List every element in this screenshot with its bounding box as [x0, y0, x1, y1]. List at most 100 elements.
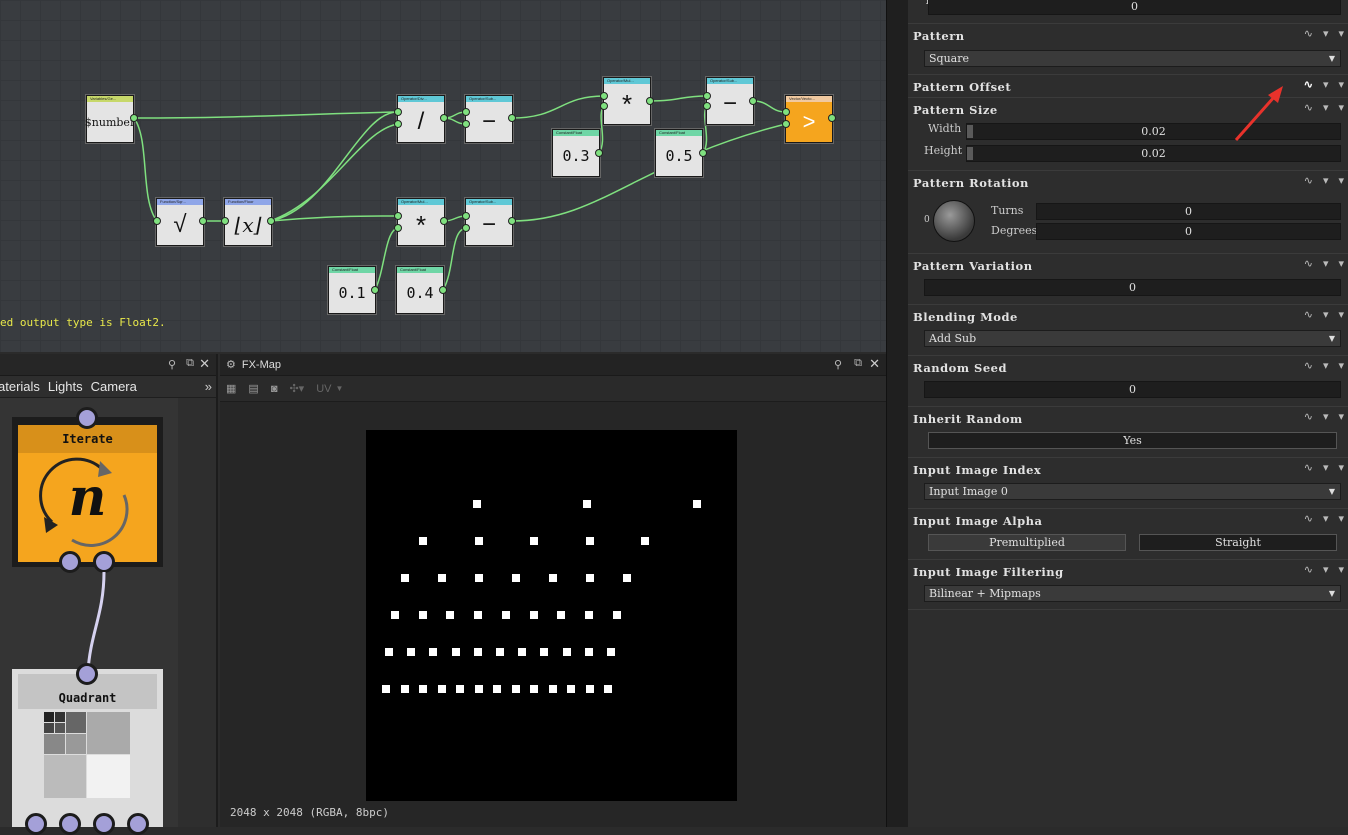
sqrt-node[interactable]: Function/Sqr... √: [156, 198, 204, 246]
chevron-down-icon[interactable]: ▾: [1323, 174, 1329, 187]
fx-map-preview[interactable]: [366, 430, 737, 801]
rotation-dial[interactable]: [933, 200, 975, 242]
function-icon[interactable]: ∿: [1304, 257, 1313, 270]
turns-field[interactable]: 0: [1036, 203, 1341, 220]
copy-icon[interactable]: ▦: [226, 382, 236, 395]
close-icon[interactable]: ✕: [199, 356, 210, 372]
input-image-filtering-dropdown[interactable]: Bilinear + Mipmaps ▼: [924, 585, 1341, 602]
close-icon[interactable]: ✕: [869, 356, 880, 372]
pattern-square: [437, 685, 446, 693]
subtract-node[interactable]: Operator/Sub... −: [465, 198, 513, 246]
channels-icon[interactable]: ✣▾: [289, 382, 304, 395]
expand-icon[interactable]: ▾: [1338, 101, 1344, 114]
tab-camera[interactable]: Camera: [91, 379, 137, 394]
random-seed-slider[interactable]: 0: [924, 381, 1341, 398]
expand-icon[interactable]: ▾: [1338, 512, 1344, 525]
multiply-node[interactable]: Operator/Mul... *: [397, 198, 445, 246]
function-graph-canvas[interactable]: Variables/Ge... $number Function/Sqr... …: [0, 0, 886, 352]
subtract-node[interactable]: Operator/Sub... −: [706, 77, 754, 125]
function-icon[interactable]: ∿: [1304, 512, 1313, 525]
chevron-down-icon[interactable]: ▾: [1323, 78, 1329, 91]
tab-lights[interactable]: Lights: [48, 379, 83, 394]
subtract-node[interactable]: Operator/Sub... −: [465, 95, 513, 143]
camera-icon[interactable]: ◙: [271, 383, 278, 395]
output-port[interactable]: [59, 813, 81, 835]
input-port[interactable]: [76, 663, 98, 685]
degrees-field[interactable]: 0: [1036, 223, 1341, 240]
expand-icon[interactable]: ▾: [1338, 308, 1344, 321]
iterate-node[interactable]: Iterate n: [12, 407, 163, 573]
restore-icon[interactable]: ⧉: [854, 357, 862, 370]
expand-icon[interactable]: ▾: [1338, 257, 1344, 270]
pattern-square: [473, 648, 482, 656]
chevron-down-icon[interactable]: ▾: [1323, 410, 1329, 423]
chevron-down-icon[interactable]: ▾: [1323, 359, 1329, 372]
chevron-down-icon[interactable]: ▾: [1323, 563, 1329, 576]
node-label: 0.4: [406, 284, 434, 302]
premultiplied-button[interactable]: Premultiplied: [928, 534, 1126, 551]
chevron-down-icon[interactable]: ▼: [336, 384, 344, 393]
divide-node[interactable]: Operator/Div... /: [397, 95, 445, 143]
multiply-node[interactable]: Operator/Mul... *: [603, 77, 651, 125]
restore-icon[interactable]: ⧉: [186, 357, 194, 370]
output-port[interactable]: [59, 551, 81, 573]
function-icon[interactable]: ∿: [1304, 461, 1313, 474]
inherit-random-toggle[interactable]: Yes: [928, 432, 1337, 449]
expand-icon[interactable]: ▾: [1338, 461, 1344, 474]
chevron-down-icon[interactable]: ▾: [1323, 308, 1329, 321]
function-icon[interactable]: ∿: [1304, 359, 1313, 372]
pattern-square: [512, 574, 520, 582]
chevron-down-icon[interactable]: ▾: [1323, 461, 1329, 474]
function-icon[interactable]: ∿: [1304, 410, 1313, 423]
expand-icon[interactable]: ▾: [1338, 174, 1344, 187]
function-icon[interactable]: ∿: [1304, 27, 1313, 40]
blending-mode-dropdown[interactable]: Add Sub ▼: [924, 330, 1341, 347]
uv-dropdown[interactable]: UV: [316, 383, 331, 395]
variation-slider[interactable]: 0: [924, 279, 1341, 296]
pattern-dropdown[interactable]: Square ▼: [924, 50, 1341, 67]
section-title: Input Image Filtering: [913, 565, 1064, 579]
straight-button[interactable]: Straight: [1139, 534, 1337, 551]
floor-node[interactable]: Function/Floor ⌊x⌋: [224, 198, 272, 246]
properties-panel: Y 0 Pattern ∿ ▾ ▾ Square ▼ Pattern Offset ∿…: [908, 0, 1348, 827]
output-port[interactable]: [127, 813, 149, 835]
pattern-square: [391, 611, 399, 619]
constant-node[interactable]: Constant/Float 0.5: [655, 129, 703, 177]
width-slider[interactable]: 0.02: [966, 123, 1341, 140]
function-icon[interactable]: ∿: [1304, 308, 1313, 321]
quadrant-node[interactable]: Quadrant: [12, 663, 163, 835]
height-slider[interactable]: 0.02: [966, 145, 1341, 162]
y-field[interactable]: 0: [928, 0, 1341, 15]
pattern-square: [473, 500, 481, 508]
save-icon[interactable]: ▤: [248, 382, 258, 395]
expand-icon[interactable]: ▾: [1338, 27, 1344, 40]
tab-materials[interactable]: aterials: [0, 379, 40, 394]
output-port[interactable]: [93, 813, 115, 835]
chevron-down-icon[interactable]: ▾: [1323, 101, 1329, 114]
output-port[interactable]: [93, 551, 115, 573]
expand-icon[interactable]: ▾: [1338, 359, 1344, 372]
pattern-section: Pattern ∿ ▾ ▾ Square ▼: [908, 23, 1348, 74]
constant-node[interactable]: Constant/Float 0.3: [552, 129, 600, 177]
variable-node[interactable]: Variables/Ge... $number: [85, 95, 135, 143]
function-icon[interactable]: ∿: [1304, 174, 1313, 187]
input-port[interactable]: [76, 407, 98, 429]
more-tabs-icon[interactable]: »: [205, 379, 212, 394]
expand-icon[interactable]: ▾: [1338, 563, 1344, 576]
input-image-index-dropdown[interactable]: Input Image 0 ▼: [924, 483, 1341, 500]
output-port[interactable]: [25, 813, 47, 835]
expand-icon[interactable]: ▾: [1338, 78, 1344, 91]
expand-icon[interactable]: ▾: [1338, 410, 1344, 423]
function-icon[interactable]: ∿: [1304, 563, 1313, 576]
float-icon[interactable]: ⚲: [168, 358, 176, 371]
chevron-down-icon[interactable]: ▾: [1323, 512, 1329, 525]
function-icon[interactable]: ∿: [1304, 101, 1313, 114]
float-icon[interactable]: ⚲: [834, 358, 842, 371]
function-icon[interactable]: ∿: [1304, 78, 1313, 91]
constant-node[interactable]: Constant/Float 0.4: [396, 266, 444, 314]
constant-node[interactable]: Constant/Float 0.1: [328, 266, 376, 314]
panel-splitter[interactable]: [886, 0, 908, 827]
chevron-down-icon[interactable]: ▾: [1323, 257, 1329, 270]
vector-output-node[interactable]: Vector/Vecto... >: [785, 95, 833, 143]
chevron-down-icon[interactable]: ▾: [1323, 27, 1329, 40]
